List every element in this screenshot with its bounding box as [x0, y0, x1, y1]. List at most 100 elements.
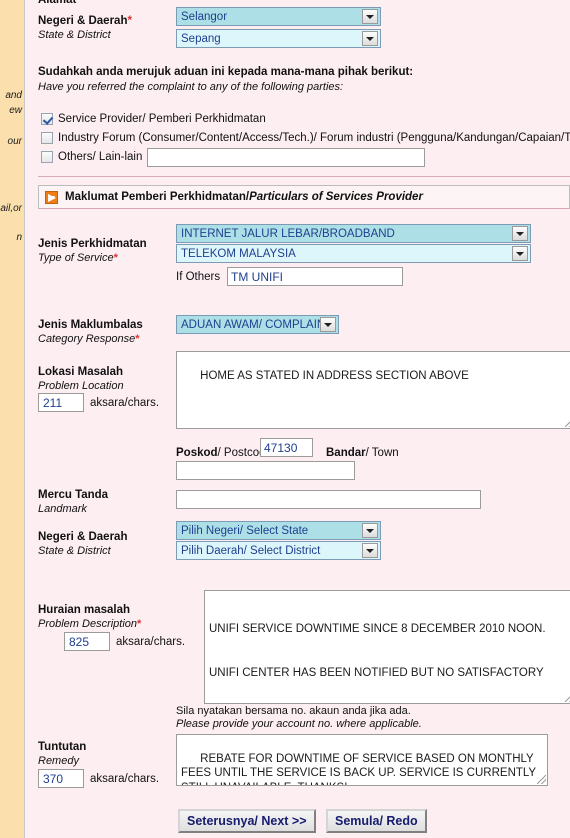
problem-location-value: HOME AS STATED IN ADDRESS SECTION ABOVE: [200, 369, 469, 382]
referral-option-industry-forum[interactable]: Industry Forum (Consumer/Content/Access/…: [41, 132, 570, 144]
problem-location-label-en: Problem Location: [38, 380, 124, 392]
section-header-title-my: Maklumat Pemberi Perkhidmatan/: [65, 191, 250, 203]
required-asterisk: *: [113, 252, 118, 264]
page-root: and ew our ail,or n Alamat Negeri & Daer…: [0, 0, 570, 838]
address-state-district-label-my: Negeri & Daerah: [38, 15, 128, 27]
chevron-down-icon[interactable]: [362, 543, 378, 558]
if-others-input[interactable]: TM UNIFI: [227, 267, 403, 286]
checkbox-icon-checked[interactable]: [41, 113, 53, 125]
section-header-title-en: Particulars of Services Provider: [249, 191, 423, 203]
referral-question-my: Sudahkah anda merujuk aduan ini kepada m…: [38, 66, 414, 78]
required-asterisk: *: [135, 333, 140, 345]
chevron-down-icon[interactable]: [320, 317, 336, 332]
if-others-label: If Others: [176, 271, 221, 283]
landmark-label-en: Landmark: [38, 503, 87, 515]
address-district-select[interactable]: Sepang: [176, 29, 381, 48]
problem-location-chars-label: aksara/chars.: [90, 397, 160, 409]
remedy-chars-label: aksara/chars.: [90, 773, 160, 785]
problem-description-label-en: Problem Description*: [38, 618, 141, 631]
town-label: Bandar/ Town: [326, 443, 399, 461]
category-response-select[interactable]: ADUAN AWAM/ COMPLAINT: [176, 315, 339, 334]
sidebar-text-fragment: and: [5, 90, 22, 101]
chevron-down-icon[interactable]: [512, 226, 528, 241]
checkbox-icon[interactable]: [41, 151, 53, 163]
landmark-input[interactable]: [176, 490, 481, 509]
postcode-label-my: Poskod: [176, 447, 218, 459]
orange-arrow-icon: [45, 190, 58, 204]
service-type-select[interactable]: INTERNET JALUR LEBAR/BROADBAND: [176, 224, 531, 243]
remedy-char-counter[interactable]: 370: [38, 769, 84, 788]
sidebar-text-fragment: n: [16, 232, 22, 243]
referral-others-input[interactable]: [147, 148, 425, 167]
required-asterisk: *: [137, 618, 142, 630]
chevron-down-icon[interactable]: [362, 9, 378, 24]
checkbox-icon[interactable]: [41, 132, 53, 144]
address-state-district-label: Negeri & Daerah*: [38, 15, 132, 28]
chevron-down-icon[interactable]: [362, 31, 378, 46]
town-label-en: / Town: [365, 447, 399, 459]
problem-state-district-label-en: State & District: [38, 545, 111, 557]
referral-option-label: Industry Forum (Consumer/Content/Access/…: [58, 132, 570, 144]
referral-option-others[interactable]: Others/ Lain-lain: [41, 151, 142, 163]
remedy-textarea[interactable]: REBATE FOR DOWNTIME OF SERVICE BASED ON …: [176, 734, 548, 786]
problem-location-char-counter[interactable]: 211: [38, 393, 84, 412]
if-others-value: TM UNIFI: [231, 270, 283, 284]
resize-grip-icon[interactable]: [537, 775, 546, 784]
problem-district-select[interactable]: Pilih Daerah/ Select District: [176, 541, 381, 560]
problem-description-line: UNIFI SERVICE DOWNTIME SINCE 8 DECEMBER …: [209, 623, 546, 635]
category-response-label-en-text: Category Response: [38, 333, 136, 345]
sidebar-text-fragment: our: [7, 136, 22, 147]
problem-description-textarea[interactable]: UNIFI SERVICE DOWNTIME SINCE 8 DECEMBER …: [204, 590, 570, 704]
problem-description-char-counter[interactable]: 825: [64, 632, 110, 651]
address-state-district-label-en: State & District: [38, 29, 111, 41]
category-response-label-my: Jenis Maklumbalas: [38, 319, 143, 331]
postcode-input[interactable]: 47130: [260, 438, 313, 457]
service-provider-value: TELEKOM MALAYSIA: [181, 248, 296, 260]
service-type-value: INTERNET JALUR LEBAR/BROADBAND: [181, 228, 395, 240]
address-district-value: Sepang: [181, 33, 221, 45]
referral-question-en: Have you referred the complaint to any o…: [38, 81, 344, 93]
remedy-label-en: Remedy: [38, 755, 79, 767]
problem-state-value: Pilih Negeri/ Select State: [181, 525, 309, 537]
town-label-my: Bandar: [326, 447, 366, 459]
chevron-down-icon[interactable]: [362, 523, 378, 538]
address-state-value: Selangor: [181, 11, 228, 23]
sidebar-text-fragment: ail,or: [0, 203, 22, 214]
sidebar-text-fragment: ew: [9, 105, 22, 116]
problem-location-label-my: Lokasi Masalah: [38, 366, 124, 378]
left-sidebar: and ew our ail,or n: [0, 0, 25, 838]
problem-description-line: UNIFI CENTER HAS BEEN NOTIFIED BUT NO SA…: [209, 666, 544, 679]
service-type-label-my: Jenis Perkhidmatan: [38, 238, 147, 250]
clipped-section-label: Alamat: [38, 0, 77, 6]
problem-description-label-my: Huraian masalah: [38, 604, 131, 616]
required-asterisk: *: [127, 15, 132, 27]
address-state-select[interactable]: Selangor: [176, 7, 381, 26]
category-response-label-en: Category Response*: [38, 333, 140, 346]
problem-description-hint-en: Please provide your account no. where ap…: [176, 718, 422, 730]
problem-description-hint-my: Sila nyatakan bersama no. akaun anda jik…: [176, 705, 411, 717]
resize-grip-icon[interactable]: [565, 693, 570, 702]
referral-option-label: Others/ Lain-lain: [58, 151, 143, 163]
referral-option-service-provider[interactable]: Service Provider/ Pemberi Perkhidmatan: [41, 113, 266, 125]
resize-grip-icon[interactable]: [565, 418, 570, 427]
remedy-label-my: Tuntutan: [38, 741, 87, 753]
town-input[interactable]: [176, 461, 355, 480]
service-provider-select[interactable]: TELEKOM MALAYSIA: [176, 244, 531, 263]
complaint-form-panel: Alamat Negeri & Daerah* State & District…: [26, 0, 570, 838]
service-type-label-en-text: Type of Service: [38, 252, 114, 264]
problem-district-value: Pilih Daerah/ Select District: [181, 545, 321, 557]
problem-location-textarea[interactable]: HOME AS STATED IN ADDRESS SECTION ABOVE: [176, 351, 570, 429]
problem-state-district-label-my: Negeri & Daerah: [38, 531, 128, 543]
reset-button[interactable]: Semula/ Redo: [326, 809, 427, 833]
referral-option-label: Service Provider/ Pemberi Perkhidmatan: [58, 113, 266, 125]
category-response-value: ADUAN AWAM/ COMPLAINT: [181, 319, 333, 331]
problem-description-chars-label: aksara/chars.: [116, 636, 186, 648]
postcode-label: Poskod/ Postcode: [176, 443, 272, 461]
problem-description-label-en-text: Problem Description: [38, 618, 138, 630]
problem-state-select[interactable]: Pilih Negeri/ Select State: [176, 521, 381, 540]
next-button[interactable]: Seterusnya/ Next >>: [178, 809, 316, 833]
section-divider: [38, 176, 570, 177]
chevron-down-icon[interactable]: [512, 246, 528, 261]
section-header-services-provider: Maklumat Pemberi Perkhidmatan/ Particula…: [38, 185, 570, 209]
remedy-value: REBATE FOR DOWNTIME OF SERVICE BASED ON …: [181, 752, 536, 786]
